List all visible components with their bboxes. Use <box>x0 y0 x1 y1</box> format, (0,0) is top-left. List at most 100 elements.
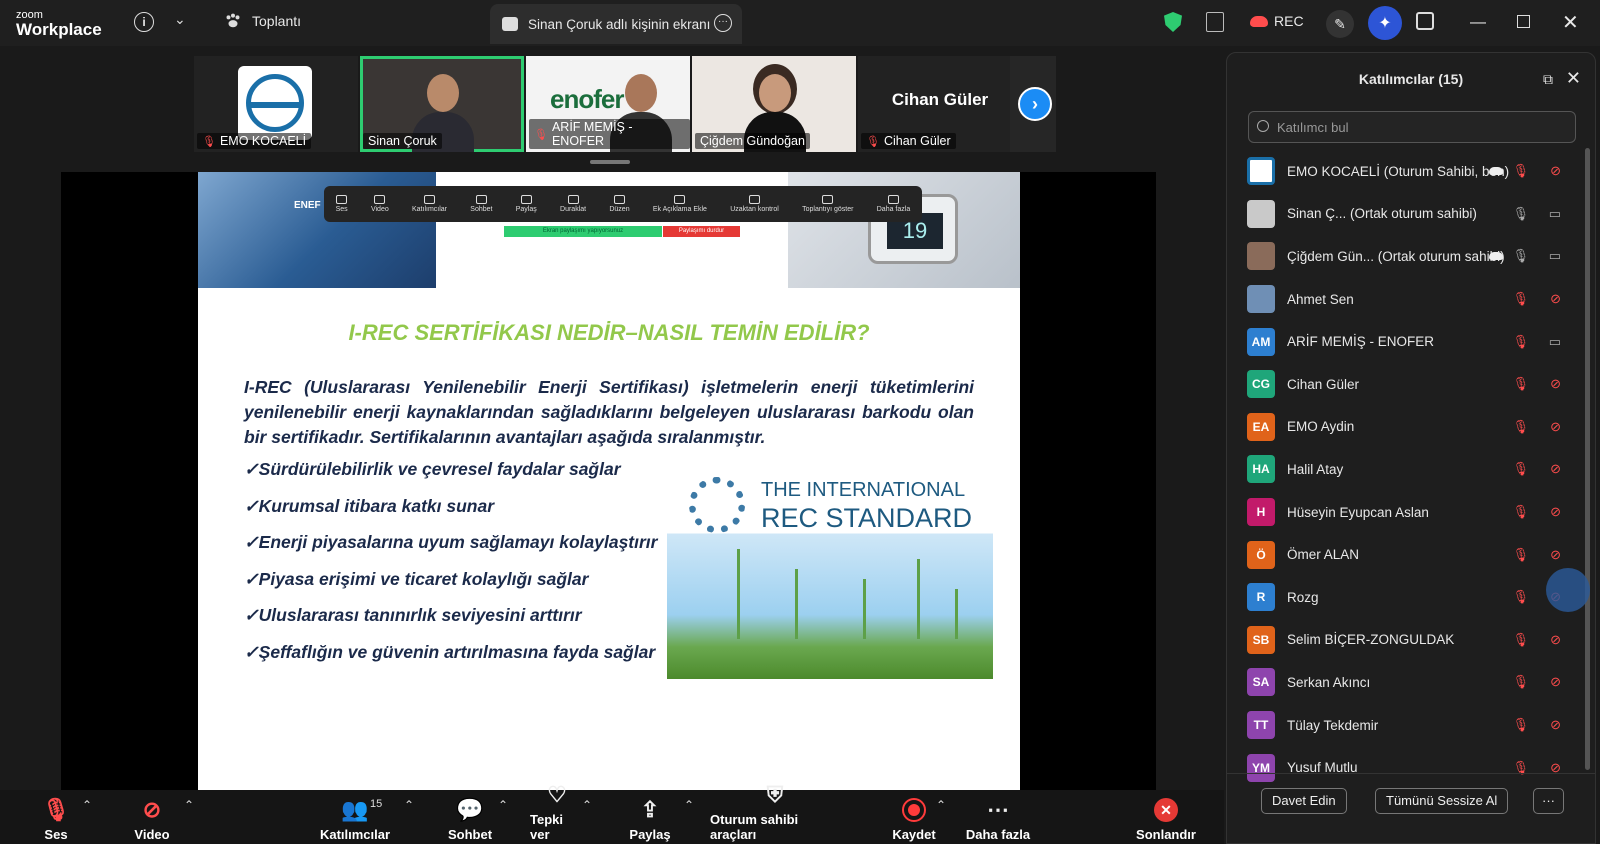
mini-toolbar-item[interactable]: Daha fazla <box>877 195 910 213</box>
participant-row[interactable]: CG Cihan Güler 🎙 ⊘ <box>1227 363 1583 406</box>
mic-muted-icon[interactable]: 🎙 <box>1512 376 1529 392</box>
mic-muted-icon[interactable]: 🎙 <box>1512 291 1529 307</box>
audio-caret-icon[interactable]: ⌃ <box>82 798 92 812</box>
close-icon[interactable]: ✕ <box>1562 10 1579 35</box>
participants-caret-icon[interactable]: ⌃ <box>404 798 414 812</box>
video-off-icon[interactable]: ⊘ <box>1550 461 1561 477</box>
more-button[interactable]: ⋯ Daha fazla <box>965 790 1031 844</box>
host-tools-button[interactable]: ⛨ Oturum sahibi araçları <box>710 782 840 844</box>
resize-handle[interactable] <box>590 160 630 164</box>
record-caret-icon[interactable]: ⌃ <box>936 798 946 812</box>
participant-row[interactable]: EA EMO Aydin 🎙 ⊘ <box>1227 406 1583 449</box>
video-off-icon[interactable]: ⊘ <box>1550 717 1561 733</box>
close-panel-icon[interactable]: ✕ <box>1566 68 1581 89</box>
mini-toolbar-item[interactable]: Katılımcılar <box>412 195 447 213</box>
participant-row[interactable]: HA Halil Atay 🎙 ⊘ <box>1227 448 1583 491</box>
mic-muted-icon[interactable]: 🎙 <box>1512 589 1529 605</box>
thumbnail-sinan-coruk[interactable]: Sinan Çoruk <box>360 56 524 152</box>
video-caret-icon[interactable]: ⌃ <box>184 798 194 812</box>
video-icon[interactable]: ▭ <box>1549 334 1561 350</box>
more-icon[interactable]: ··· <box>714 14 732 32</box>
popout-icon[interactable]: ⧉ <box>1543 71 1553 88</box>
video-off-icon[interactable]: ⊘ <box>1550 674 1561 690</box>
stop-share-button[interactable]: Paylaşımı durdur <box>663 226 740 237</box>
react-caret-icon[interactable]: ⌃ <box>582 798 592 812</box>
mic-muted-icon[interactable]: 🎙 <box>1512 632 1529 648</box>
participant-row[interactable]: AM ARİF MEMİŞ - ENOFER 🎙 ▭ <box>1227 320 1583 363</box>
video-icon[interactable]: ▭ <box>1549 206 1561 222</box>
video-icon[interactable]: ▭ <box>1549 248 1561 264</box>
mic-muted-icon[interactable]: 🎙 <box>1512 419 1529 435</box>
mute-all-button[interactable]: Tümünü Sessize Al <box>1375 788 1509 814</box>
chevron-right-icon[interactable]: › <box>1018 87 1052 121</box>
video-off-icon[interactable]: ⊘ <box>1550 419 1561 435</box>
share-caret-icon[interactable]: ⌃ <box>684 798 694 812</box>
video-off-icon[interactable]: ⊘ <box>1550 632 1561 648</box>
participant-row[interactable]: Çiğdem Gün... (Ortak oturum sahibi) 🎙 ▭ <box>1227 235 1583 278</box>
invite-button[interactable]: Davet Edin <box>1261 788 1347 814</box>
react-button[interactable]: ♡ Tepki ver <box>530 782 584 844</box>
tab-meeting[interactable]: Toplantı <box>224 12 301 30</box>
notes-icon[interactable] <box>1206 12 1224 32</box>
video-off-icon[interactable]: ⊘ <box>1550 163 1561 179</box>
mic-icon[interactable]: 🎙 <box>1512 248 1529 264</box>
participant-row[interactable]: H Hüseyin Eyupcan Aslan 🎙 ⊘ <box>1227 491 1583 534</box>
mic-muted-icon[interactable]: 🎙 <box>1512 334 1529 350</box>
mini-toolbar-item[interactable]: Paylaş <box>516 195 537 213</box>
audio-button[interactable]: 🎙 Ses <box>40 790 72 844</box>
mic-muted-icon[interactable]: 🎙 <box>1512 717 1529 733</box>
end-meeting-button[interactable]: ✕ Sonlandır <box>1136 790 1196 844</box>
chat-button[interactable]: 💬 Sohbet <box>448 790 492 844</box>
mini-toolbar-item[interactable]: Duraklat <box>560 195 586 213</box>
security-shield-icon[interactable] <box>1164 12 1182 32</box>
participant-row[interactable]: TT Tülay Tekdemir 🎙 ⊘ <box>1227 704 1583 747</box>
maximize-icon[interactable] <box>1517 15 1530 28</box>
participant-row[interactable]: Ö Ömer ALAN 🎙 ⊘ <box>1227 533 1583 576</box>
participant-row[interactable]: RRozg🎙⊘ <box>1227 576 1583 619</box>
minimize-icon[interactable]: — <box>1470 14 1486 32</box>
mic-icon[interactable]: 🎙 <box>1512 206 1529 222</box>
video-off-icon[interactable]: ⊘ <box>1550 547 1561 563</box>
participant-search-input[interactable]: Katılımcı bul <box>1248 111 1576 143</box>
recording-indicator[interactable]: REC <box>1250 13 1304 29</box>
mini-toolbar-item[interactable]: Sohbet <box>470 195 492 213</box>
video-off-icon[interactable]: ⊘ <box>1550 376 1561 392</box>
rec-label: REC <box>1274 13 1304 29</box>
video-off-icon[interactable]: ⊘ <box>1550 291 1561 307</box>
mic-muted-icon[interactable]: 🎙 <box>1512 504 1529 520</box>
mini-toolbar-item[interactable]: Video <box>371 195 389 213</box>
chat-caret-icon[interactable]: ⌃ <box>498 798 508 812</box>
participant-row[interactable]: SA Serkan Akıncı 🎙 ⊘ <box>1227 661 1583 704</box>
mic-muted-icon[interactable]: 🎙 <box>1512 461 1529 477</box>
thumbnail-arif-memis[interactable]: enofer 🎙 ARİF MEMİŞ - ENOFER <box>526 56 690 152</box>
thumbnail-emo-kocaeli[interactable]: 🎙 EMO KOCAELİ <box>194 56 358 152</box>
share-button[interactable]: ⇪ Paylaş <box>629 790 670 844</box>
mic-muted-icon[interactable]: 🎙 <box>1512 674 1529 690</box>
tab-screen-share-label: Sinan Çoruk adlı kişinin ekranı <box>528 16 711 32</box>
participant-row[interactable]: SB Selim BİÇER-ZONGULDAK 🎙 ⊘ <box>1227 619 1583 662</box>
thumbnail-cihan-guler[interactable]: Cihan Güler 🎙 Cihan Güler <box>858 56 1022 152</box>
record-button[interactable]: Kaydet <box>892 790 936 844</box>
chevron-down-icon[interactable]: ⌄ <box>174 11 186 28</box>
participant-row[interactable]: EMO KOCAELİ (Oturum Sahibi, ben) 🎙 ⊘ <box>1227 150 1583 193</box>
info-icon[interactable]: i <box>134 12 154 32</box>
mini-toolbar-item[interactable]: Toplantıyı göster <box>802 195 853 213</box>
pencil-icon[interactable]: ✎ <box>1326 10 1354 38</box>
mini-toolbar-item[interactable]: Ek Açıklama Ekle <box>653 195 707 213</box>
tab-screen-share[interactable]: Sinan Çoruk adlı kişinin ekranı ··· <box>490 4 742 44</box>
mini-toolbar-item[interactable]: Uzaktan kontrol <box>730 195 779 213</box>
mic-muted-icon[interactable]: 🎙 <box>1512 163 1529 179</box>
mini-toolbar-item[interactable]: Ses <box>336 195 348 213</box>
floating-annotate-icon[interactable] <box>1546 568 1590 612</box>
participant-row[interactable]: Sinan Ç... (Ortak oturum sahibi) 🎙 ▭ <box>1227 193 1583 236</box>
participant-row[interactable]: Ahmet Sen 🎙 ⊘ <box>1227 278 1583 321</box>
apps-icon[interactable] <box>1416 12 1434 30</box>
video-button[interactable]: ⊘ Video <box>134 790 170 844</box>
mini-toolbar-item[interactable]: Düzen <box>609 195 630 213</box>
thumbnail-cigdem-gundogan[interactable]: Çiğdem Gündoğan <box>692 56 856 152</box>
ai-companion-icon[interactable]: ✦ <box>1368 6 1402 40</box>
panel-more-button[interactable]: ··· <box>1533 788 1564 814</box>
video-off-icon[interactable]: ⊘ <box>1550 504 1561 520</box>
mic-muted-icon[interactable]: 🎙 <box>1512 547 1529 563</box>
scrollbar[interactable] <box>1585 148 1590 770</box>
